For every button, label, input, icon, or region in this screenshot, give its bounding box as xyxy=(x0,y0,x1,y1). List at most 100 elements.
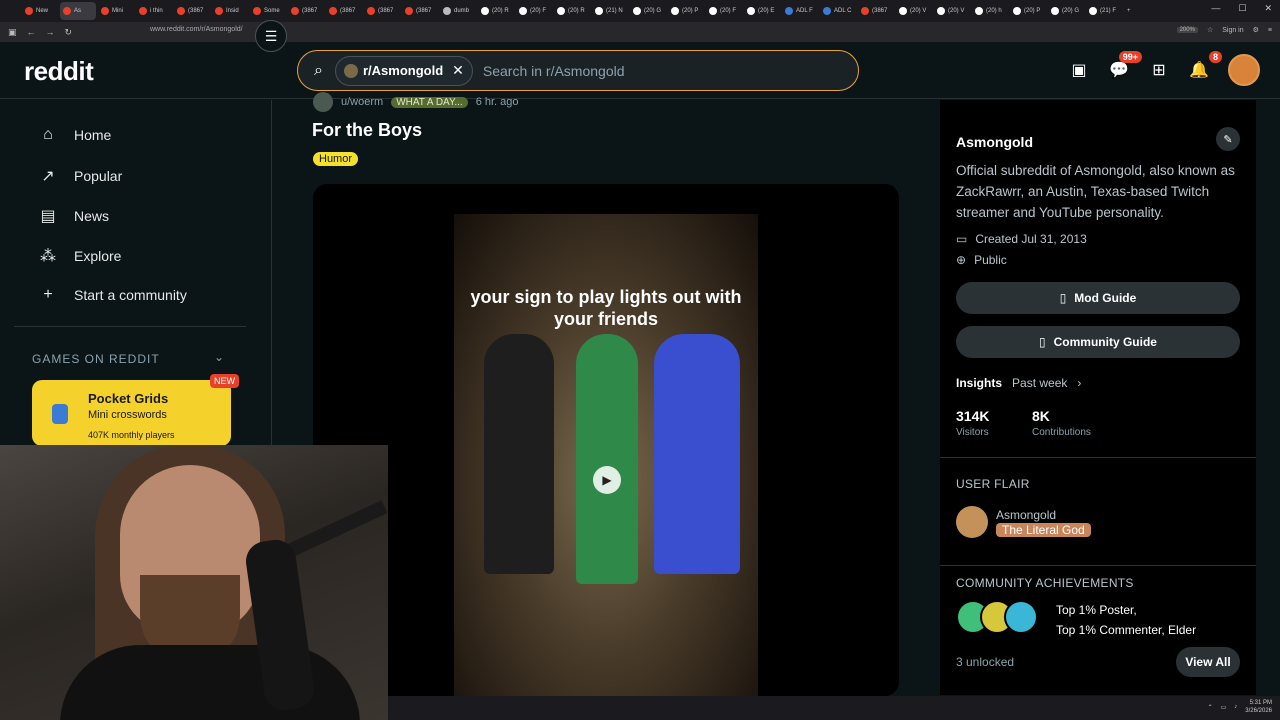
zoom-level[interactable]: 200% xyxy=(1176,27,1198,33)
video-player[interactable]: your sign to play lights out with your f… xyxy=(454,214,758,696)
browser-tab[interactable]: (20) F xyxy=(706,2,742,20)
browser-tab[interactable]: (20) G xyxy=(1048,2,1084,20)
browser-tab[interactable]: dumb xyxy=(440,2,476,20)
create-post-icon[interactable]: ⊞ xyxy=(1148,59,1170,81)
browser-tab[interactable]: (3867 xyxy=(402,2,438,20)
browser-tab[interactable]: (3867 xyxy=(364,2,400,20)
menu-icon[interactable]: ≡ xyxy=(1268,27,1272,34)
tab-label: (20) P xyxy=(682,8,699,14)
tab-favicon-icon xyxy=(291,7,299,15)
browser-tab[interactable]: (3867 xyxy=(288,2,324,20)
browser-tab[interactable]: i thin xyxy=(136,2,172,20)
tab-label: (20) F xyxy=(530,8,547,14)
notifications-badge: 8 xyxy=(1208,51,1222,63)
browser-tab[interactable]: (20) h xyxy=(972,2,1008,20)
tab-label: ADL F xyxy=(796,8,813,14)
community-guide-button[interactable]: ▯ Community Guide xyxy=(956,326,1240,358)
game-icon xyxy=(52,404,68,424)
url-field[interactable]: www.reddit.com/r/Asmongold/ xyxy=(150,26,243,33)
subreddit-chip[interactable]: r/Asmongold ✕ xyxy=(334,55,473,86)
browser-tab[interactable]: Mini xyxy=(98,2,134,20)
network-icon[interactable]: ▭ xyxy=(1221,704,1227,711)
achievement-icons[interactable] xyxy=(956,600,1038,634)
search-input[interactable]: Search in r/Asmongold xyxy=(483,63,625,79)
sidebar-toggle-icon[interactable]: ▣ xyxy=(8,27,17,38)
forward-icon[interactable]: → xyxy=(46,27,55,38)
sidebar-item-popular[interactable]: ↗ Popular xyxy=(38,166,122,186)
reload-icon[interactable]: ↻ xyxy=(65,27,73,38)
community-name: Asmongold xyxy=(956,134,1033,150)
browser-tab[interactable]: (21) N xyxy=(592,2,628,20)
game-card-pocket-grids[interactable]: Pocket Grids Mini crosswords 407K monthl… xyxy=(32,374,239,446)
browser-tab[interactable]: (3867 xyxy=(858,2,894,20)
browser-tab[interactable]: (20) V xyxy=(896,2,932,20)
maximize-icon[interactable]: ☐ xyxy=(1238,3,1246,14)
edit-icon[interactable]: ✎ xyxy=(1216,127,1240,151)
sidebar-item-home[interactable]: ⌂ Home xyxy=(38,126,111,144)
post-title[interactable]: For the Boys xyxy=(312,120,422,141)
insights-row[interactable]: Insights Past week › xyxy=(956,376,1081,390)
browser-tab[interactable]: As xyxy=(60,2,96,20)
post-flair[interactable]: Humor xyxy=(313,152,359,166)
new-tab-icon[interactable]: + xyxy=(1124,2,1138,20)
post-author[interactable]: u/woerm xyxy=(341,96,383,108)
browser-tab[interactable]: (20) P xyxy=(668,2,704,20)
tab-label: (3867 xyxy=(340,8,356,14)
tab-label: (3867 xyxy=(302,8,318,14)
tab-favicon-icon xyxy=(1089,7,1097,15)
address-bar-actions: 200% ☆ Sign in ⚙ ≡ xyxy=(1176,26,1272,34)
advertise-icon[interactable]: ▣ xyxy=(1068,59,1090,81)
browser-tab[interactable]: (20) G xyxy=(630,2,666,20)
post-media[interactable]: your sign to play lights out with your f… xyxy=(313,184,899,696)
chevron-down-icon[interactable]: ⌄ xyxy=(214,350,224,364)
tab-label: dumb xyxy=(454,8,470,14)
close-window-icon[interactable]: ✕ xyxy=(1264,3,1272,14)
browser-tab[interactable]: (21) F xyxy=(1086,2,1122,20)
browser-tab[interactable]: New xyxy=(22,2,58,20)
user-avatar[interactable] xyxy=(1228,54,1260,86)
bookmark-icon[interactable]: ☆ xyxy=(1207,26,1213,34)
user-flair-tag[interactable]: The Literal God xyxy=(996,523,1091,537)
clock[interactable]: 5:31 PM 3/26/2026 xyxy=(1245,699,1272,715)
browser-tab[interactable]: ADL C xyxy=(820,2,856,20)
browser-tab[interactable]: Insid xyxy=(212,2,248,20)
search-bar[interactable]: ⌕ r/Asmongold ✕ Search in r/Asmongold xyxy=(297,50,859,91)
visitors-label: Visitors xyxy=(956,427,989,438)
tray-chevron-icon[interactable]: ⌃ xyxy=(1208,704,1213,711)
browser-tab[interactable]: Some xyxy=(250,2,286,20)
collapse-sidebar-button[interactable]: ☰ xyxy=(255,20,287,52)
browser-tab[interactable]: (3867 xyxy=(326,2,362,20)
reddit-logo[interactable]: reddit xyxy=(24,56,94,87)
achievements-header: COMMUNITY ACHIEVEMENTS xyxy=(956,576,1134,590)
sidebar-item-news[interactable]: ▤ News xyxy=(38,206,109,226)
chat-icon[interactable]: 💬 99+ xyxy=(1108,51,1142,81)
signin-button[interactable]: Sign in xyxy=(1222,27,1243,34)
tab-favicon-icon xyxy=(823,7,831,15)
tab-favicon-icon xyxy=(1051,7,1059,15)
browser-tab[interactable]: (20) E xyxy=(744,2,780,20)
view-all-button[interactable]: View All xyxy=(1176,647,1240,677)
tab-favicon-icon xyxy=(709,7,717,15)
tab-label: (20) R xyxy=(568,8,585,14)
author-avatar[interactable] xyxy=(313,92,333,112)
back-icon[interactable]: ← xyxy=(27,27,36,38)
mod-guide-button[interactable]: ▯ Mod Guide xyxy=(956,282,1240,314)
browser-tab[interactable]: (20) R xyxy=(554,2,590,20)
browser-tab[interactable]: ADL F xyxy=(782,2,818,20)
minimize-icon[interactable]: — xyxy=(1211,3,1220,14)
clear-chip-icon[interactable]: ✕ xyxy=(452,62,464,79)
browser-tab[interactable]: (3867 xyxy=(174,2,210,20)
browser-tab[interactable]: (20) R xyxy=(478,2,514,20)
play-icon[interactable]: ▶ xyxy=(593,466,621,494)
extensions-icon[interactable]: ⚙ xyxy=(1253,26,1259,34)
browser-tab[interactable]: (20) F xyxy=(516,2,552,20)
games-header[interactable]: GAMES ON REDDIT xyxy=(32,352,160,366)
browser-tab[interactable]: (20) P xyxy=(1010,2,1046,20)
tab-favicon-icon xyxy=(899,7,907,15)
volume-icon[interactable]: ♪ xyxy=(1234,704,1237,710)
sidebar-item-explore[interactable]: ⁂ Explore xyxy=(38,246,121,266)
post-meta: u/woerm WHAT A DAY... 6 hr. ago xyxy=(313,92,519,112)
browser-tab[interactable]: (20) V xyxy=(934,2,970,20)
notifications-icon[interactable]: 🔔 8 xyxy=(1188,51,1222,81)
sidebar-item-start-community[interactable]: + Start a community xyxy=(38,286,187,304)
